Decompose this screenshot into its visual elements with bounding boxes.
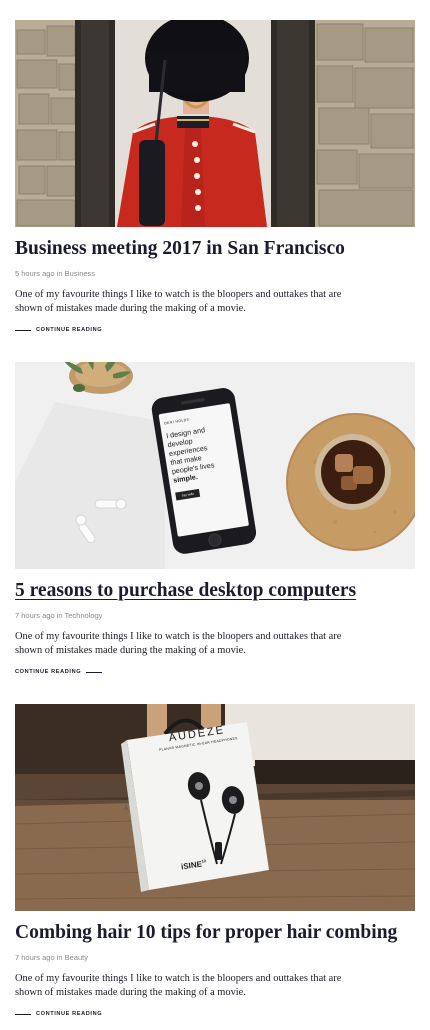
post-card: DENI HOLDS I design and develop experien… bbox=[15, 362, 415, 676]
dash-line-icon bbox=[15, 329, 31, 331]
post-card: AUDEZE PLANAR MAGNETIC IN-EAR HEADPHONES… bbox=[15, 704, 415, 1018]
box-side-mark: A bbox=[124, 806, 129, 812]
post-excerpt: One of my favourite things I like to wat… bbox=[15, 289, 342, 314]
continue-reading-link[interactable]: Continue reading bbox=[15, 326, 415, 334]
post-title[interactable]: Business meeting 2017 in San Francisco bbox=[15, 237, 415, 261]
continue-reading-label: Continue reading bbox=[36, 1011, 103, 1017]
phone-say-hello-button: Say hello bbox=[175, 488, 201, 501]
post-meta: 5 hours ago in Business bbox=[15, 269, 96, 278]
continue-reading-label: Continue reading bbox=[36, 327, 103, 333]
post-excerpt: One of my favourite things I like to wat… bbox=[15, 631, 342, 656]
continue-reading-link[interactable]: Continue reading bbox=[15, 668, 415, 676]
continue-reading-label: Continue reading bbox=[15, 669, 82, 675]
continue-reading-link[interactable]: Continue reading bbox=[15, 1010, 415, 1018]
post-feed: Business meeting 2017 in San Francisco 5… bbox=[0, 0, 430, 1030]
post-thumbnail-smartphone[interactable]: DENI HOLDS I design and develop experien… bbox=[15, 362, 415, 569]
post-meta: 7 hours ago in Technology bbox=[15, 611, 103, 620]
phone-headline: I design and develop experiences that ma… bbox=[165, 425, 215, 485]
post-title[interactable]: Combing hair 10 tips for proper hair com… bbox=[15, 921, 415, 945]
post-title[interactable]: 5 reasons to purchase desktop computers bbox=[15, 579, 415, 603]
post-thumbnail-royal-guard[interactable] bbox=[15, 20, 415, 227]
post-excerpt: One of my favourite things I like to wat… bbox=[15, 973, 342, 998]
post-card: Business meeting 2017 in San Francisco 5… bbox=[15, 20, 415, 334]
dash-line-icon bbox=[86, 671, 103, 673]
post-thumbnail-headphones[interactable]: AUDEZE PLANAR MAGNETIC IN-EAR HEADPHONES… bbox=[15, 704, 415, 911]
royal-guard-photo bbox=[15, 20, 415, 227]
post-meta: 7 hours ago in Beauty bbox=[15, 953, 88, 962]
dash-line-icon bbox=[15, 1013, 31, 1015]
